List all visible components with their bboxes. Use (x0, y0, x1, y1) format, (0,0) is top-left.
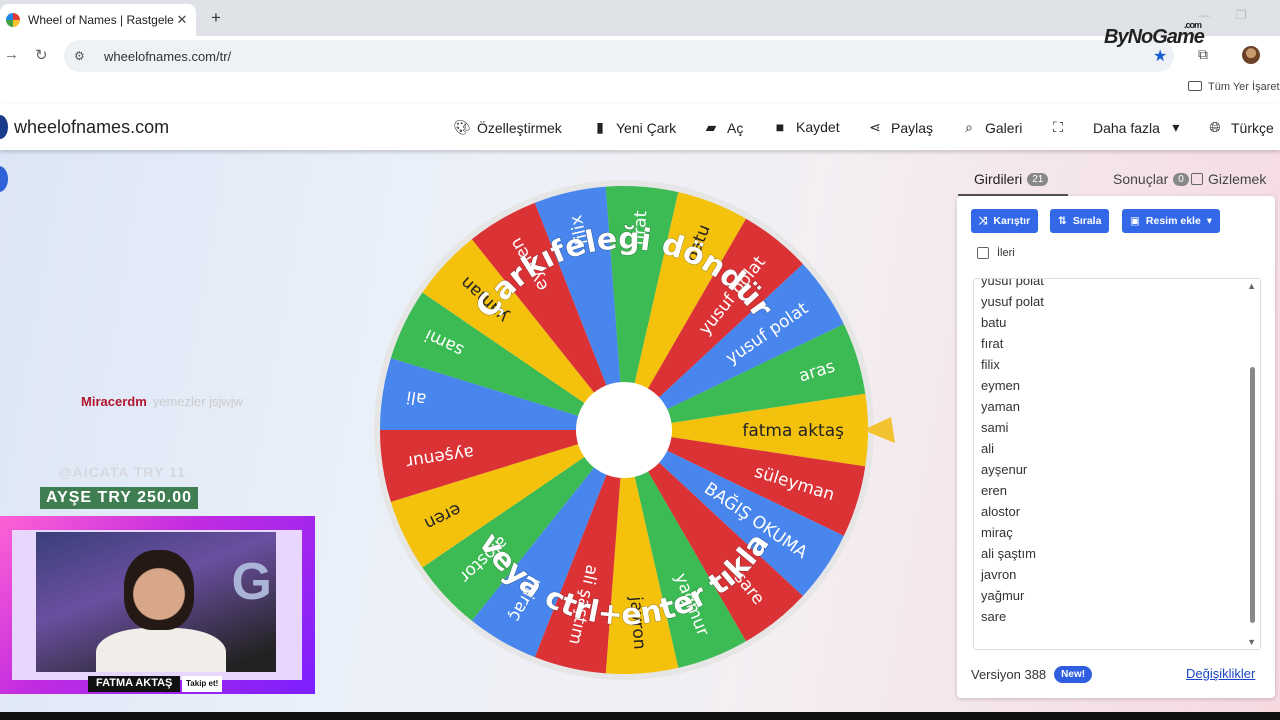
menu-language[interactable]: 🌐︎ Türkçe (1207, 119, 1273, 136)
entry-line[interactable]: miraç (981, 525, 1013, 540)
results-count-badge: 0 (1173, 172, 1189, 186)
advanced-toggle[interactable]: İleri (977, 247, 1015, 259)
search-icon: ⌕ (965, 119, 973, 135)
hide-toggle[interactable]: Gizlemek (1191, 171, 1266, 187)
globe-icon: 🌐︎ (1209, 119, 1221, 135)
entry-line[interactable]: sare (981, 609, 1006, 624)
menu-customize[interactable]: 🎨︎ Özelleştirmek (453, 119, 562, 136)
scroll-down-icon[interactable]: ▼ (1247, 637, 1256, 647)
bookmarks-bar: Tüm Yer İşaretle (0, 76, 1280, 100)
reload-icon[interactable]: ↻ (35, 46, 48, 64)
site-header: wheelofnames.com 🎨︎ Özelleştirmek ▮ Yeni Ç… (0, 104, 1280, 150)
entry-line[interactable]: yağmur (981, 588, 1024, 603)
wheel-slice-label: ali (405, 386, 428, 409)
scroll-up-icon[interactable]: ▲ (1247, 281, 1256, 291)
webcam-video: G (36, 532, 276, 672)
shuffle-icon: ⤨ (979, 214, 988, 227)
sort-icon: ⇅ (1058, 215, 1067, 227)
profile-avatar[interactable] (1242, 46, 1260, 64)
bookmark-star-icon[interactable]: ★ (1153, 46, 1167, 66)
wheel-slice-label: fatma aktaş (742, 421, 844, 441)
changelog-link[interactable]: Değişiklikler (1186, 666, 1255, 681)
image-icon: ▣ (1130, 215, 1140, 227)
menu-save[interactable]: ■ Kaydet (772, 119, 840, 135)
entries-textarea[interactable]: yusuf polat yusuf polat batu fırat filix eyme… (973, 278, 1261, 650)
entry-line[interactable]: javron (981, 567, 1016, 582)
entry-line[interactable]: filix (981, 357, 1000, 372)
entry-line[interactable]: eren (981, 483, 1007, 498)
menu-new-wheel[interactable]: ▮ Yeni Çark (592, 119, 676, 136)
entry-line[interactable]: yusuf polat (981, 294, 1044, 309)
menu-open[interactable]: ▰ Aç (703, 119, 744, 136)
save-icon: ■ (775, 119, 785, 135)
entry-line[interactable]: ali (981, 441, 994, 456)
tab-entries[interactable]: Girdileri 21 (974, 171, 1049, 187)
entries-panel: ⤨ Karıştır ⇅ Sırala ▣ Resim ekle ▾ İleri yus… (957, 196, 1275, 698)
sort-button[interactable]: ⇅ Sırala (1050, 209, 1110, 233)
name-wheel[interactable]: fatma aktaş süleyman BAĞIŞ OKUMA sare yağmur… (373, 179, 895, 681)
shuffle-button[interactable]: ⤨ Karıştır (971, 209, 1039, 233)
caret-down-icon: ▾ (1172, 119, 1180, 135)
browser-toolbar: → ↻ ⚙ wheelofnames.com/tr/ (0, 36, 1280, 76)
file-icon: ▮ (596, 119, 604, 135)
stream-chat-line: Miracerdm yemezler jsjwjw (81, 394, 244, 409)
url-text: wheelofnames.com/tr/ (104, 48, 232, 64)
follow-label: Takip et! (182, 676, 223, 692)
site-logo-icon (0, 115, 8, 139)
fullscreen-icon: ⛶ (1053, 119, 1063, 135)
webcam-overlay: G FATMA AKTAŞ Takip et! (0, 516, 315, 694)
side-indicator (0, 166, 8, 192)
entry-line[interactable]: ali şaştım (981, 546, 1036, 561)
tab-results[interactable]: Sonuçlar 0 (1113, 171, 1189, 187)
site-title[interactable]: wheelofnames.com (14, 117, 169, 138)
stream-alert-faded: @AICATA TRY 11 (58, 464, 186, 480)
entry-line[interactable]: fırat (981, 336, 1003, 351)
entries-count-badge: 21 (1027, 172, 1049, 186)
address-bar[interactable]: ⚙ wheelofnames.com/tr/ (64, 40, 1174, 72)
forward-icon[interactable]: → (4, 46, 19, 63)
menu-fullscreen[interactable]: ⛶ (1050, 119, 1066, 136)
donation-banner: AYŞE TRY 250.00 (40, 487, 199, 509)
new-tab-button[interactable]: + (206, 8, 226, 28)
entry-line[interactable]: batu (981, 315, 1006, 330)
add-image-button[interactable]: ▣ Resim ekle ▾ (1122, 209, 1221, 233)
browser-tabstrip: Wheel of Names | Rastgele ad s ✕ + — ❐ (0, 0, 1280, 36)
entry-line[interactable]: eymen (981, 378, 1020, 393)
advanced-checkbox[interactable] (977, 247, 989, 259)
menu-share[interactable]: ⋖ Paylaş (867, 119, 933, 136)
palette-icon: 🎨︎ (453, 119, 471, 135)
entry-line[interactable]: ayşenur (981, 462, 1027, 477)
entry-line[interactable]: sami (981, 420, 1008, 435)
caret-down-icon: ▾ (1206, 215, 1213, 227)
entry-line[interactable]: alostor (981, 504, 1020, 519)
entry-line[interactable]: yusuf polat (981, 279, 1044, 288)
close-tab-icon[interactable]: ✕ (174, 12, 190, 28)
menu-more[interactable]: Daha fazla ▾ (1093, 119, 1184, 136)
main-area: Miracerdm yemezler jsjwjw @AICATA TRY 11 … (0, 150, 1280, 712)
share-icon: ⋖ (869, 119, 881, 135)
wheel-center[interactable] (576, 382, 672, 478)
folder-icon (1188, 81, 1202, 91)
all-bookmarks-button[interactable]: Tüm Yer İşaretle (1188, 81, 1280, 93)
scrollbar-thumb[interactable] (1250, 367, 1255, 623)
hide-checkbox[interactable] (1191, 173, 1203, 185)
tab-title: Wheel of Names | Rastgele ad s (28, 13, 174, 27)
entry-line[interactable]: yaman (981, 399, 1020, 414)
favicon-icon (6, 13, 20, 27)
streamer-name: FATMA AKTAŞ (88, 676, 181, 692)
folder-open-icon: ▰ (705, 119, 717, 135)
new-badge[interactable]: New! (1054, 666, 1093, 683)
streamer-avatar (124, 550, 194, 630)
maximize-icon[interactable]: ❐ (1236, 8, 1247, 22)
menu-gallery[interactable]: ⌕ Galeri (961, 119, 1022, 136)
site-settings-icon[interactable]: ⚙ (74, 49, 90, 63)
taskbar-strip (0, 712, 1280, 720)
version-info: Versiyon 388 New! (971, 666, 1093, 683)
browser-tab[interactable]: Wheel of Names | Rastgele ad s ✕ (0, 4, 196, 36)
extensions-icon[interactable]: ⧉ (1198, 46, 1208, 63)
